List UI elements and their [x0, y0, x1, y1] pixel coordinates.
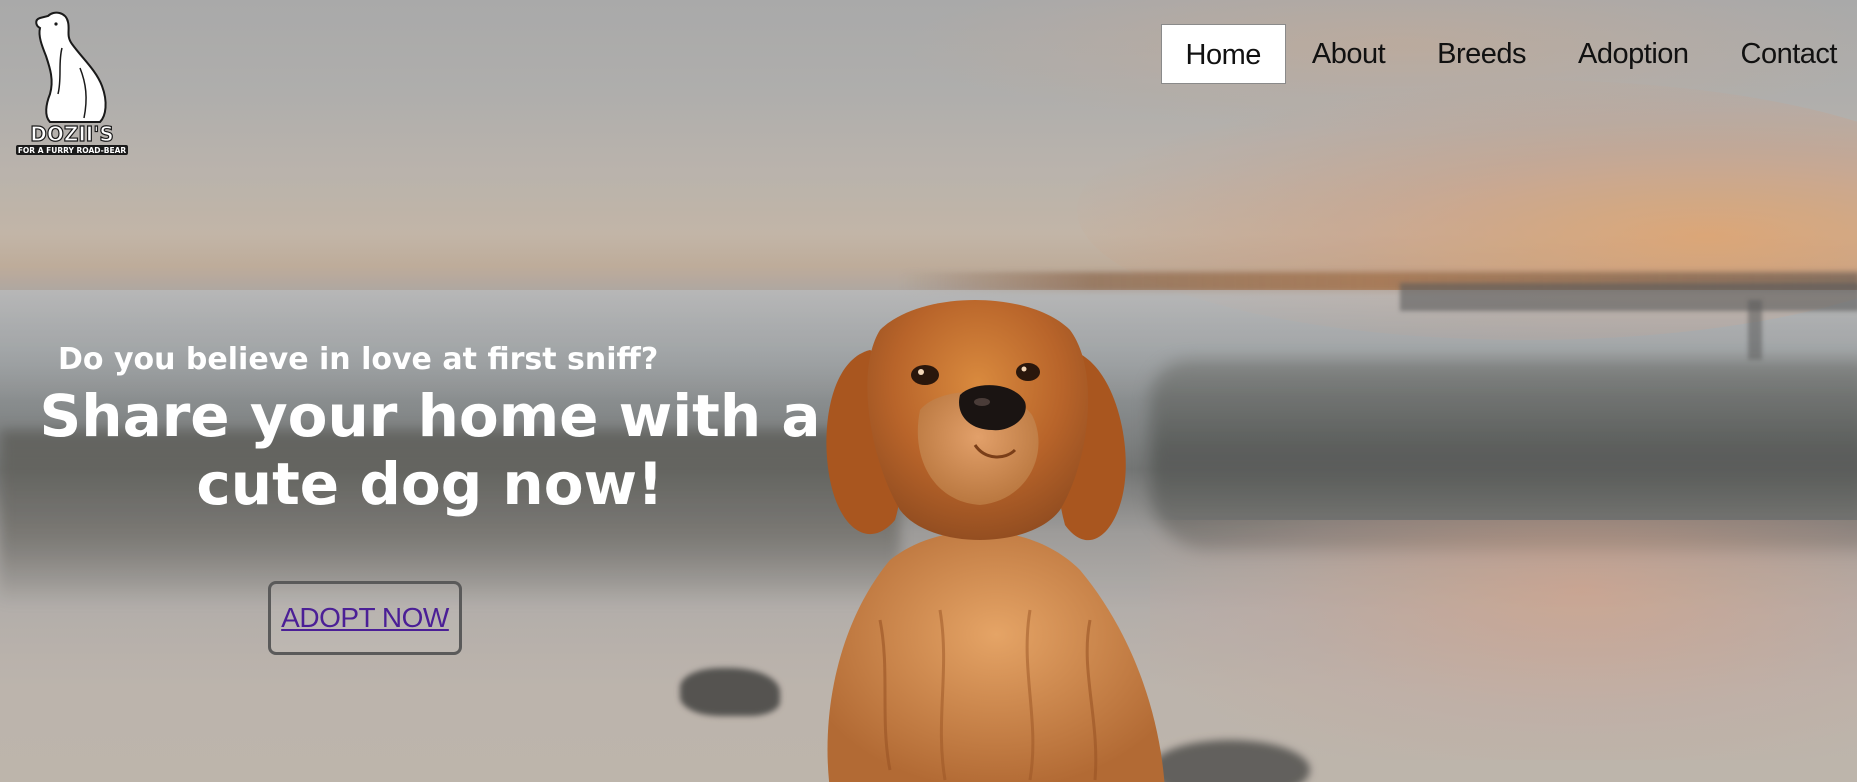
logo-brand-text: DOZII'S — [30, 122, 114, 146]
hero-tagline: Do you believe in love at first sniff? — [58, 342, 659, 377]
nav-adoption[interactable]: Adoption — [1552, 24, 1715, 84]
golden-retriever-image — [826, 300, 1165, 782]
nav-contact[interactable]: Contact — [1715, 24, 1857, 84]
headline-line-2: cute dog now! — [196, 450, 664, 518]
adopt-now-link[interactable]: ADOPT NOW — [281, 602, 449, 634]
main-nav: Home About Breeds Adoption Contact — [1160, 24, 1857, 84]
dozii-logo[interactable]: DOZII'S FOR A FURRY ROAD-BEAR — [10, 8, 135, 158]
nav-about[interactable]: About — [1286, 24, 1411, 84]
hero-section: DOZII'S FOR A FURRY ROAD-BEAR Home About… — [0, 0, 1857, 782]
logo-tagline-text: FOR A FURRY ROAD-BEAR — [18, 146, 127, 155]
nav-breeds[interactable]: Breeds — [1411, 24, 1552, 84]
hero-headline: Share your home with a cute dog now! — [30, 382, 830, 518]
adopt-now-button[interactable]: ADOPT NOW — [268, 581, 462, 655]
headline-line-1: Share your home with a — [39, 382, 821, 450]
logo-dog-icon — [35, 11, 107, 123]
nav-home[interactable]: Home — [1160, 24, 1286, 84]
